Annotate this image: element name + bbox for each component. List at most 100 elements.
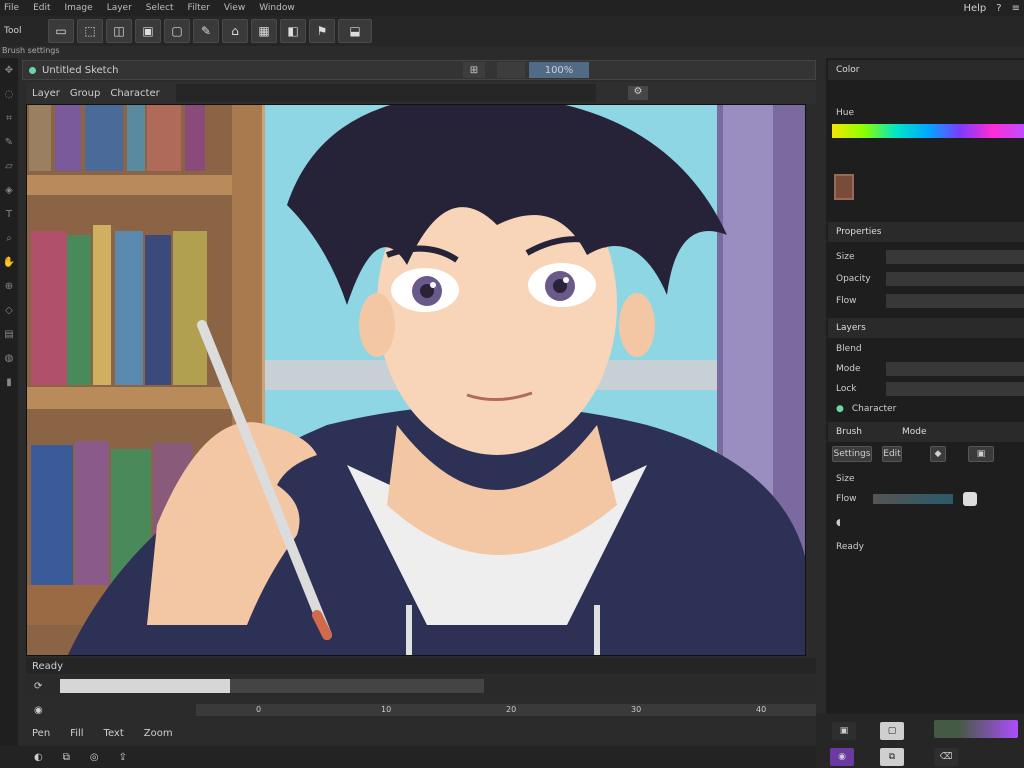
progress-fill bbox=[60, 679, 230, 693]
brush-tip-icon[interactable]: ◆ bbox=[930, 446, 946, 462]
snap-icon[interactable]: ⊞ bbox=[463, 62, 485, 78]
color-panel-header[interactable]: Color bbox=[828, 60, 1024, 80]
menu-edit[interactable]: Edit bbox=[33, 3, 50, 13]
menu-select[interactable]: Select bbox=[146, 3, 174, 13]
color-ramp-slider[interactable] bbox=[934, 720, 1018, 738]
help-icon[interactable]: ? bbox=[996, 3, 1001, 14]
tool-grid-icon[interactable]: ▦ bbox=[251, 19, 277, 43]
tool-flag-icon[interactable]: ⚑ bbox=[309, 19, 335, 43]
layer-lock-field[interactable] bbox=[886, 382, 1024, 396]
document-title: Untitled Sketch bbox=[42, 64, 119, 76]
onion-icon[interactable]: ◎ bbox=[90, 752, 99, 763]
drawing-canvas[interactable] bbox=[26, 104, 806, 656]
layer-mode-field[interactable] bbox=[886, 362, 1024, 376]
current-color-swatch[interactable] bbox=[834, 174, 854, 200]
bottom-tool-fill[interactable]: Fill bbox=[70, 728, 83, 739]
path-field bbox=[175, 84, 596, 102]
brush-preset-icon[interactable]: ▣ bbox=[968, 446, 994, 462]
status-label: Ready bbox=[32, 660, 64, 672]
brush-header[interactable]: Brush Mode bbox=[828, 422, 1024, 442]
breadcrumb-group[interactable]: Group bbox=[70, 88, 100, 99]
right-panel: Color Hue Properties Size Opacity Flow L… bbox=[826, 58, 1024, 768]
ruler-icon[interactable]: ▮ bbox=[0, 370, 18, 394]
delete-icon[interactable]: ⌫ bbox=[934, 748, 958, 766]
eraser-icon[interactable]: ▱ bbox=[0, 154, 18, 178]
breadcrumb-character[interactable]: Character bbox=[110, 88, 159, 99]
menu-file[interactable]: File bbox=[4, 3, 19, 13]
menu-layer[interactable]: Layer bbox=[107, 3, 132, 13]
properties-header[interactable]: Properties bbox=[828, 222, 1024, 242]
smudge-icon[interactable]: ◍ bbox=[0, 346, 18, 370]
zoom-level[interactable]: 100% bbox=[529, 62, 589, 78]
text-icon[interactable]: T bbox=[0, 202, 18, 226]
tool-rect-icon[interactable]: ▭ bbox=[48, 19, 74, 43]
brush-settings-button[interactable]: Settings bbox=[832, 446, 872, 462]
artwork-illustration bbox=[27, 105, 805, 655]
brush-size-label: Size bbox=[836, 474, 855, 484]
status-row: Ready bbox=[26, 658, 816, 674]
status-dot-icon bbox=[29, 66, 36, 74]
brush-edit-button[interactable]: Edit bbox=[882, 446, 902, 462]
tool-frame-icon[interactable]: ▣ bbox=[135, 19, 161, 43]
crop-icon[interactable]: ⌗ bbox=[0, 106, 18, 130]
bottom-tool-pen[interactable]: Pen bbox=[32, 728, 50, 739]
loop-icon[interactable]: ⟳ bbox=[34, 681, 42, 692]
shape-icon[interactable]: ◇ bbox=[0, 298, 18, 322]
hue-slider[interactable] bbox=[832, 124, 1024, 138]
size-field[interactable] bbox=[886, 250, 1024, 264]
timeline-icon[interactable]: ◉ bbox=[34, 705, 43, 716]
toolbar-label: Tool bbox=[4, 26, 22, 36]
brush-tip-row: ◖ bbox=[830, 514, 1024, 532]
window-controls: Help ? ≡ bbox=[963, 3, 1020, 14]
tool-home-icon[interactable]: ⌂ bbox=[222, 19, 248, 43]
mask-icon[interactable]: ◉ bbox=[830, 748, 854, 766]
add-layer-icon[interactable]: ▣ bbox=[832, 722, 856, 740]
menu-help[interactable]: Help bbox=[963, 3, 986, 14]
opacity-field[interactable] bbox=[886, 272, 1024, 286]
tool-marquee-icon[interactable]: ⬚ bbox=[77, 19, 103, 43]
move-icon[interactable]: ✥ bbox=[0, 58, 18, 82]
brush-flow-slider[interactable] bbox=[872, 494, 953, 504]
tool-split-icon[interactable]: ◫ bbox=[106, 19, 132, 43]
eyedropper-icon[interactable]: ⌕ bbox=[0, 226, 18, 250]
tool-layer-icon[interactable]: ◧ bbox=[280, 19, 306, 43]
frames-icon[interactable]: ⧉ bbox=[63, 752, 70, 763]
layer-visible-icon[interactable]: ● bbox=[836, 404, 844, 414]
hand-icon[interactable]: ✋ bbox=[0, 250, 18, 274]
document-tab[interactable]: Untitled Sketch ⊞ 100% bbox=[22, 60, 816, 80]
tool-shape-icon[interactable]: ▢ bbox=[164, 19, 190, 43]
brush-tip-icon-2[interactable]: ◖ bbox=[836, 518, 841, 528]
gradient-icon[interactable]: ▤ bbox=[0, 322, 18, 346]
lasso-icon[interactable]: ◌ bbox=[0, 82, 18, 106]
menu-image[interactable]: Image bbox=[65, 3, 93, 13]
menu-icon[interactable]: ≡ bbox=[1012, 3, 1020, 14]
layer-item[interactable]: ● Character bbox=[830, 400, 1024, 418]
view-toggle-icon[interactable] bbox=[497, 62, 525, 78]
brush-flow-toggle[interactable] bbox=[962, 492, 977, 506]
canvas-header: Layer Group Character ⚙ bbox=[26, 82, 816, 104]
menu-window[interactable]: Window bbox=[259, 3, 295, 13]
menu-filter[interactable]: Filter bbox=[188, 3, 210, 13]
duplicate-layer-icon[interactable]: ▢ bbox=[880, 722, 904, 740]
bucket-icon[interactable]: ◈ bbox=[0, 178, 18, 202]
toolbar: Tool ▭ ⬚ ◫ ▣ ▢ ✎ ⌂ ▦ ◧ ⚑ ⬓ bbox=[0, 16, 1024, 46]
merge-icon[interactable]: ⧉ bbox=[880, 748, 904, 766]
brush-icon[interactable]: ✎ bbox=[0, 130, 18, 154]
breadcrumb-layer[interactable]: Layer bbox=[32, 88, 60, 99]
brush-settings-label: Brush settings bbox=[2, 46, 60, 55]
timeline-tick: 10 bbox=[381, 705, 392, 714]
audio-icon[interactable]: ◐ bbox=[34, 752, 43, 763]
flow-field[interactable] bbox=[886, 294, 1024, 308]
timeline-tick: 20 bbox=[506, 705, 517, 714]
layer-blend-row[interactable]: Blend bbox=[830, 340, 1024, 358]
tool-panel-icon[interactable]: ⬓ bbox=[338, 19, 372, 43]
zoom-icon[interactable]: ⊕ bbox=[0, 274, 18, 298]
timeline-slider[interactable]: 0 10 20 30 40 bbox=[196, 704, 816, 716]
bottom-tool-zoom[interactable]: Zoom bbox=[144, 728, 173, 739]
layers-header[interactable]: Layers bbox=[828, 318, 1024, 338]
settings-chip-icon[interactable]: ⚙ bbox=[628, 86, 648, 100]
tool-pen-icon[interactable]: ✎ bbox=[193, 19, 219, 43]
bottom-tool-text[interactable]: Text bbox=[104, 728, 124, 739]
export-icon[interactable]: ⇪ bbox=[119, 752, 127, 763]
menu-view[interactable]: View bbox=[224, 3, 245, 13]
